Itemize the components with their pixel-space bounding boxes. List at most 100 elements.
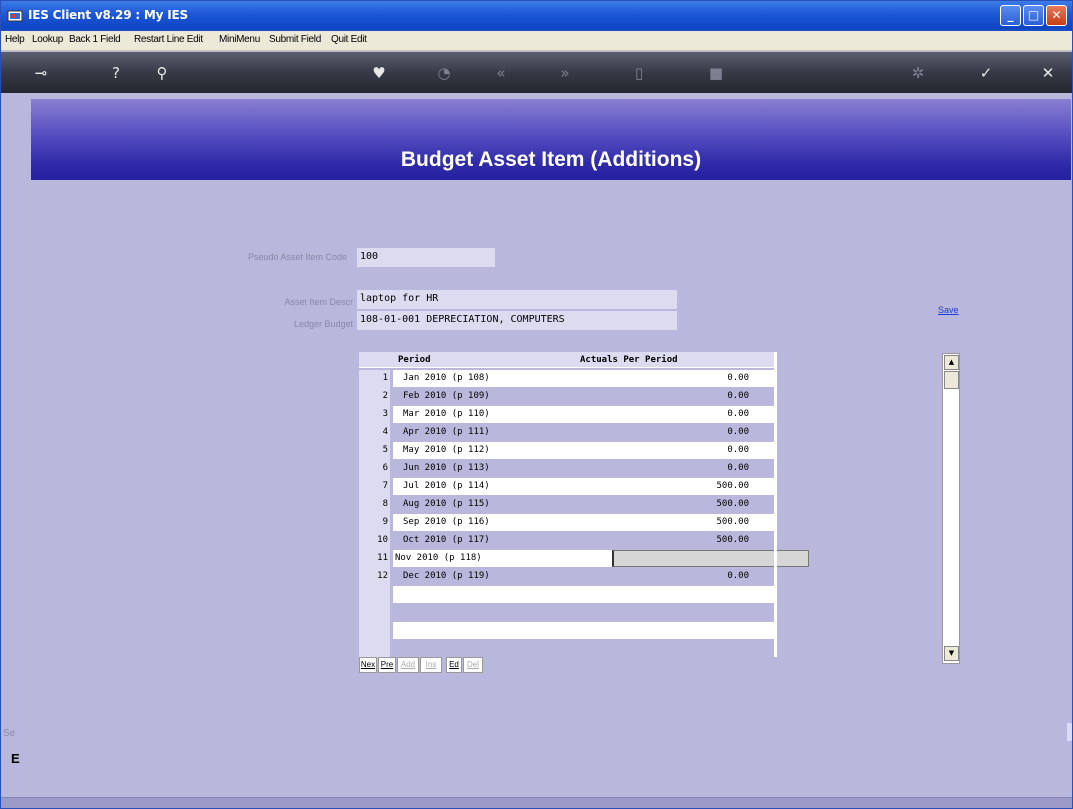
search-icon[interactable]: ⚲ [151, 63, 173, 83]
row-number: 1 [359, 370, 390, 388]
maximize-button[interactable]: □ [1023, 5, 1044, 26]
menu-submit-field[interactable]: Submit Field [269, 34, 321, 45]
amount-cell: 0.00 [727, 463, 749, 473]
amount-edit-input[interactable] [612, 550, 809, 567]
pseudo-code-label: Pseudo Asset Item Code [247, 252, 347, 262]
period-cell: Dec 2010 (p 119) [403, 571, 490, 581]
row-number: 9 [359, 514, 390, 532]
table-row-active[interactable]: 11 Nov 2010 (p 118) [359, 550, 809, 568]
menu-restart-line-edit[interactable]: Restart Line Edit [134, 34, 203, 45]
document-icon[interactable]: ▯ [628, 63, 650, 83]
period-cell: Feb 2010 (p 109) [403, 391, 490, 401]
menu-quit-edit[interactable]: Quit Edit [331, 34, 367, 45]
period-cell: Jan 2010 (p 108) [403, 373, 490, 383]
scroll-thumb[interactable] [944, 371, 959, 389]
table-row[interactable]: 12 Dec 2010 (p 119) 0.00 [359, 568, 777, 586]
edit-button[interactable]: Ed [446, 657, 462, 673]
close-window-button[interactable]: ✕ [1046, 5, 1067, 26]
asset-descr-field[interactable]: laptop for HR [357, 290, 677, 309]
page-header: Budget Asset Item (Additions) [31, 99, 1071, 180]
app-logo-icon [7, 10, 23, 22]
side-label-e: E [11, 751, 20, 766]
gear-icon[interactable]: ✲ [907, 63, 929, 83]
asset-descr-label: Asset Item Descr [284, 297, 353, 307]
title-bar[interactable]: IES Client v8.29 : My IES _ □ ✕ [1, 1, 1072, 31]
amount-cell: 500.00 [716, 517, 749, 527]
menu-back-1-field[interactable]: Back 1 Field [69, 34, 121, 45]
empty-cell [393, 586, 777, 603]
heart-icon[interactable]: ♥ [368, 63, 390, 83]
menu-bar: Help Lookup Back 1 Field Restart Line Ed… [1, 31, 1072, 51]
row-number: 7 [359, 478, 390, 496]
table-row[interactable]: 4 Apr 2010 (p 111) 0.00 [359, 424, 777, 442]
table-row[interactable]: 9 Sep 2010 (p 116) 500.00 [359, 514, 777, 532]
period-cell: Nov 2010 (p 118) [395, 553, 482, 563]
col-period-header: Period [398, 355, 431, 365]
menu-lookup[interactable]: Lookup [32, 34, 63, 45]
table-row[interactable]: 8 Aug 2010 (p 115) 500.00 [359, 496, 777, 514]
window-title: IES Client v8.29 : My IES [28, 8, 188, 22]
col-actuals-header: Actuals Per Period [580, 355, 678, 365]
table-row-empty[interactable] [359, 586, 777, 604]
row-number: 10 [359, 532, 390, 550]
toolbar: ⊸ ? ⚲ ♥ ◔ « » ▯ ■ ✲ ✓ ✕ [1, 52, 1072, 93]
ledger-budget-field[interactable]: 108-01-001 DEPRECIATION, COMPUTERS [357, 311, 677, 330]
table-row-empty[interactable] [359, 604, 777, 622]
insert-button[interactable]: Ins [420, 657, 442, 673]
period-cell: Sep 2010 (p 116) [403, 517, 490, 527]
row-number-empty [359, 640, 390, 658]
add-button[interactable]: Add [397, 657, 419, 673]
menu-minimenu[interactable]: MiniMenu [219, 34, 260, 45]
amount-cell: 500.00 [716, 499, 749, 509]
table-row[interactable]: 1 Jan 2010 (p 108) 0.00 [359, 370, 777, 388]
table-row[interactable]: 7 Jul 2010 (p 114) 500.00 [359, 478, 777, 496]
period-cell: Apr 2010 (p 111) [403, 427, 490, 437]
period-cell: May 2010 (p 112) [403, 445, 490, 455]
row-number: 5 [359, 442, 390, 460]
empty-cell [393, 640, 777, 657]
row-number-empty [359, 586, 390, 604]
scroll-up-button[interactable]: ▲ [944, 355, 959, 370]
forward-icon[interactable]: » [554, 63, 576, 83]
scroll-down-button[interactable]: ▼ [944, 646, 959, 661]
delete-button[interactable]: Del [463, 657, 483, 673]
pseudo-code-field[interactable]: 100 [357, 248, 495, 267]
table-row-empty[interactable] [359, 622, 777, 640]
amount-cell: 500.00 [716, 535, 749, 545]
help-icon[interactable]: ? [105, 63, 127, 83]
periods-grid: Period Actuals Per Period 1 Jan 2010 (p … [359, 352, 809, 658]
table-row[interactable]: 3 Mar 2010 (p 110) 0.00 [359, 406, 777, 424]
row-number: 2 [359, 388, 390, 406]
menu-help[interactable]: Help [5, 34, 25, 45]
amount-cell: 500.00 [716, 481, 749, 491]
rewind-icon[interactable]: « [490, 63, 512, 83]
amount-cell: 0.00 [727, 409, 749, 419]
table-row-empty[interactable] [359, 640, 777, 658]
close-icon[interactable]: ✕ [1037, 63, 1059, 83]
amount-cell: 0.00 [727, 445, 749, 455]
prev-button[interactable]: Pre [378, 657, 396, 673]
amount-cell: 0.00 [727, 391, 749, 401]
amount-cell: 0.00 [727, 373, 749, 383]
table-row[interactable]: 5 May 2010 (p 112) 0.00 [359, 442, 777, 460]
minimize-button[interactable]: _ [1000, 5, 1021, 26]
table-row[interactable]: 10 Oct 2010 (p 117) 500.00 [359, 532, 777, 550]
row-number: 8 [359, 496, 390, 514]
row-number: 3 [359, 406, 390, 424]
table-row[interactable]: 2 Feb 2010 (p 109) 0.00 [359, 388, 777, 406]
next-button[interactable]: Nex [359, 657, 377, 673]
vertical-scrollbar[interactable]: ▲ ▼ [942, 353, 960, 664]
period-cell: Mar 2010 (p 110) [403, 409, 490, 419]
row-number: 4 [359, 424, 390, 442]
check-icon[interactable]: ✓ [975, 63, 997, 83]
key-icon[interactable]: ⊸ [26, 63, 56, 83]
row-number-empty [359, 622, 390, 640]
save-link[interactable]: Save [938, 305, 959, 315]
stop-icon[interactable]: ■ [705, 63, 727, 83]
table-row[interactable]: 6 Jun 2010 (p 113) 0.00 [359, 460, 777, 478]
period-cell: Jun 2010 (p 113) [403, 463, 490, 473]
row-number: 6 [359, 460, 390, 478]
amount-cell: 0.00 [727, 427, 749, 437]
right-edge-marker [1067, 723, 1072, 741]
clock-icon[interactable]: ◔ [433, 63, 455, 83]
